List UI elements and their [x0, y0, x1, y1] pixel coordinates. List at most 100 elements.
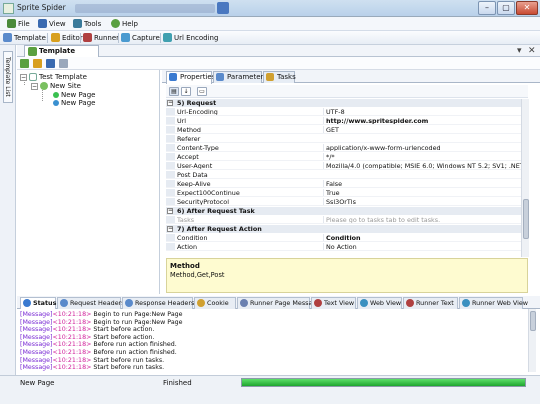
- grid-row[interactable]: Condition Condition: [166, 234, 521, 242]
- category-label: 5) Request: [177, 99, 217, 107]
- log-time: <10:21:18>: [52, 341, 92, 349]
- tab-runner-web-view[interactable]: Runner Web View: [459, 297, 528, 309]
- property-pages-icon[interactable]: ▭: [197, 87, 207, 96]
- toolbar-capture-button[interactable]: Capture: [121, 33, 160, 42]
- alphabetical-icon[interactable]: ↓: [181, 87, 191, 96]
- scrollbar-thumb[interactable]: [530, 311, 536, 331]
- file-icon: [7, 19, 16, 28]
- grid-row[interactable]: Action No Action: [166, 243, 521, 251]
- collapse-icon[interactable]: −: [167, 100, 173, 106]
- scrollbar-thumb[interactable]: [523, 199, 529, 239]
- log-text: Start before action.: [93, 326, 155, 334]
- grid-row[interactable]: Expect100Continue True: [166, 189, 521, 197]
- grid-row[interactable]: Accept */*: [166, 153, 521, 161]
- toolbar-editor-button[interactable]: Editor: [51, 33, 83, 42]
- grid-row[interactable]: SecurityProtocol Ssl3OrTls: [166, 198, 521, 206]
- toolbar-url-encoding-button[interactable]: Url Encoding: [163, 33, 218, 42]
- main-toolbar: Template Editor Runner Capture Url Encod…: [0, 31, 540, 45]
- refresh-icon[interactable]: [59, 59, 68, 68]
- grid-row[interactable]: Content-Type application/x-www-form-urlen…: [166, 144, 521, 152]
- add-icon[interactable]: [20, 59, 29, 68]
- tab-runner-page-message[interactable]: Runner Page Message: [237, 297, 320, 309]
- grid-row[interactable]: User-Agent Mozilla/4.0 (compatible; MSIE …: [166, 162, 521, 170]
- menu-tools[interactable]: Tools: [73, 19, 101, 28]
- tab-dropdown-icon[interactable]: ▾: [517, 46, 522, 56]
- tab-close-icon[interactable]: ✕: [528, 46, 536, 56]
- help-title: Method: [170, 262, 200, 270]
- grid-row[interactable]: Method GET: [166, 126, 521, 134]
- tree-node-template[interactable]: − Test Template: [20, 73, 87, 81]
- tab-icon: [60, 299, 68, 307]
- toolbar-separator: [160, 33, 161, 43]
- log-line: [Message]<10:21:18> Start before run tas…: [20, 364, 164, 372]
- collapse-icon[interactable]: −: [31, 82, 38, 90]
- tab-status[interactable]: Status: [20, 297, 56, 309]
- grid-row[interactable]: Tasks Please go to tasks tab to edit task…: [166, 216, 521, 224]
- toolbar-template-button[interactable]: Template: [3, 33, 46, 42]
- view-icon: [38, 19, 47, 28]
- save-icon[interactable]: [46, 59, 55, 68]
- collapse-icon[interactable]: −: [20, 73, 27, 81]
- tab-text-view[interactable]: Text View: [311, 297, 356, 309]
- runner-icon: [83, 33, 92, 42]
- tab-icon: [462, 299, 470, 307]
- grid-row[interactable]: Referer: [166, 135, 521, 143]
- log-tag: [Message]: [20, 356, 53, 364]
- status-log: [Message]<10:21:18> Begin to run Page:Ne…: [17, 309, 528, 372]
- collapse-icon[interactable]: −: [167, 208, 173, 214]
- help-description: Method,Get,Post: [170, 271, 225, 279]
- log-time: <10:21:18>: [52, 326, 92, 334]
- tab-icon: [125, 299, 133, 307]
- log-time: <10:21:18>: [52, 356, 92, 364]
- url-encoding-icon: [163, 33, 172, 42]
- property-grid-scrollbar[interactable]: [521, 99, 529, 257]
- tab-icon: [197, 299, 205, 307]
- grid-category[interactable]: −5) Request: [166, 99, 521, 107]
- tree-node-page[interactable]: New Page: [53, 99, 95, 107]
- tab-cookie[interactable]: Cookie: [194, 297, 236, 309]
- toolbar-runner-button[interactable]: Runner: [83, 33, 119, 42]
- category-label: 7) After Request Action: [177, 225, 262, 233]
- open-icon[interactable]: [33, 59, 42, 68]
- log-text: Start before run tasks.: [93, 364, 165, 372]
- grid-row[interactable]: Keep-Alive False: [166, 180, 521, 188]
- categorized-icon[interactable]: ▤: [169, 87, 179, 96]
- grid-row[interactable]: Post Data: [166, 171, 521, 179]
- tab-runner-text[interactable]: Runner Text: [403, 297, 458, 309]
- tab-template-editor[interactable]: Template Editor: [24, 45, 99, 66]
- template-tree: − Test Template − New Site New Page New …: [17, 70, 160, 294]
- collapse-icon[interactable]: −: [167, 226, 173, 232]
- template-list-tab[interactable]: Template List: [3, 51, 13, 103]
- window-title: Sprite Spider: [17, 3, 66, 12]
- log-time: <10:21:18>: [52, 349, 92, 356]
- progress-bar: [241, 378, 526, 387]
- menu-help[interactable]: Help: [111, 19, 138, 28]
- grid-row[interactable]: Url-Encoding UTF-8: [166, 108, 521, 116]
- tab-request-headers[interactable]: Request Headers: [57, 297, 125, 309]
- grid-row[interactable]: Url http://www.spritespider.com: [166, 117, 521, 125]
- tree-node-site[interactable]: − New Site: [31, 82, 81, 90]
- tab-parameters[interactable]: Parameters: [213, 71, 267, 83]
- tab-icon: [23, 299, 31, 307]
- grid-category[interactable]: −7) After Request Action: [166, 225, 521, 233]
- grid-category[interactable]: −6) After Request Task: [166, 207, 521, 215]
- maximize-button[interactable]: ▢: [497, 1, 515, 15]
- menu-view[interactable]: View: [38, 19, 66, 28]
- tab-web-view[interactable]: Web View: [357, 297, 402, 309]
- log-scrollbar[interactable]: [528, 309, 536, 372]
- menu-file[interactable]: File: [7, 19, 30, 28]
- minimize-button[interactable]: –: [478, 1, 496, 15]
- help-icon: [111, 19, 120, 28]
- tab-tasks[interactable]: Tasks: [263, 71, 296, 83]
- log-tag: [Message]: [20, 318, 53, 326]
- close-button[interactable]: ✕: [516, 1, 538, 15]
- page-node-icon: [53, 92, 59, 98]
- window-bottom: [0, 390, 540, 404]
- tab-properties[interactable]: Properties: [166, 71, 215, 84]
- log-text: Before run action finished.: [93, 341, 177, 349]
- tree-node-page[interactable]: New Page: [53, 91, 95, 99]
- progress-fill: [242, 379, 525, 386]
- log-text: Start before run tasks.: [93, 356, 165, 364]
- tab-response-headers[interactable]: Response Headers: [122, 297, 194, 309]
- tools-icon: [73, 19, 82, 28]
